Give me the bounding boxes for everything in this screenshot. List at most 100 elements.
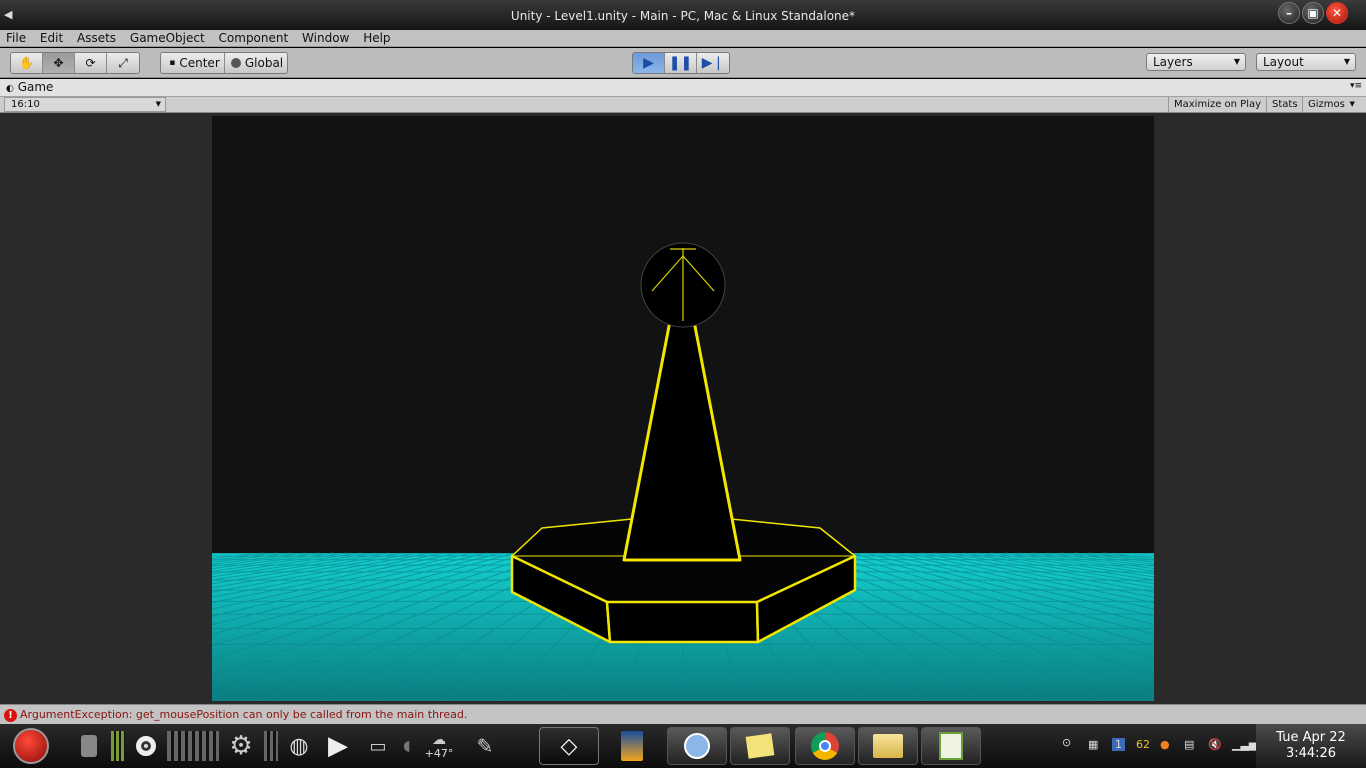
signal-icon[interactable]: ▁▃▅ — [1232, 738, 1257, 751]
notepad-icon — [939, 732, 963, 760]
aspect-dropdown[interactable]: 16:10 ▼ — [4, 97, 166, 112]
error-icon: ! — [4, 709, 17, 722]
taskbar-chrome[interactable] — [795, 727, 855, 765]
volume-muted-icon[interactable]: 🔇 — [1208, 738, 1222, 751]
taskbar-notepad[interactable] — [921, 727, 981, 765]
os-taskbar: ⚙ ◍ ▶ ▭ ◖ ☁ +47° ✎ ◇ ⊙ ▦ 1 62 ● ▤ 🔇 ▁▃▅ … — [0, 724, 1366, 768]
pivot-global-button[interactable]: Global — [225, 53, 287, 73]
tray-number-1[interactable]: 1 — [1112, 738, 1125, 751]
cloud-icon: ☁ — [432, 732, 446, 748]
cat-face-icon — [684, 733, 710, 759]
pivot-center-label: Center — [179, 56, 220, 70]
clock-date: Tue Apr 22 — [1276, 730, 1346, 745]
maximize-on-play-button[interactable]: Maximize on Play — [1168, 97, 1266, 112]
hand-icon: ✋ — [19, 56, 34, 70]
transform-tools: ✋ ✥ ⟳ ⤢ — [10, 52, 140, 74]
clock-time: 3:44:26 — [1285, 746, 1337, 761]
gizmos-button[interactable]: Gizmos ▼ — [1302, 97, 1357, 112]
menu-file[interactable]: File — [0, 30, 30, 46]
taskbar-explorer[interactable] — [858, 727, 918, 765]
folder-icon — [873, 734, 903, 758]
scale-icon: ⤢ — [118, 55, 128, 70]
game-scene-render — [212, 116, 1154, 701]
hand-tool-button[interactable]: ✋ — [11, 53, 43, 73]
menu-window[interactable]: Window — [296, 30, 353, 46]
tray-number-62[interactable]: 62 — [1136, 738, 1150, 751]
network-globe-icon[interactable]: ◍ — [286, 727, 312, 765]
menu-edit[interactable]: Edit — [34, 30, 67, 46]
taskbar-app-3[interactable] — [667, 727, 727, 765]
chevron-down-icon: ▼ — [155, 100, 161, 108]
tab-game-label: Game — [17, 80, 54, 94]
gizmos-label: Gizmos — [1308, 99, 1345, 110]
layout-dropdown[interactable]: Layout ▼ — [1256, 53, 1356, 71]
taskbar-app-4[interactable] — [730, 727, 790, 765]
window-titlebar: ◀ Unity - Level1.unity - Main - PC, Mac … — [0, 0, 1366, 30]
weather-widget[interactable]: ☁ +47° — [420, 727, 458, 765]
moon-icon: ◖ — [403, 738, 411, 754]
menu-component[interactable]: Component — [213, 30, 293, 46]
pause-button[interactable]: ❚❚ — [665, 53, 697, 73]
move-tool-button[interactable]: ✥ — [43, 53, 75, 73]
play-icon: ▶ — [643, 55, 654, 71]
unity-icon: ◇ — [560, 733, 578, 759]
rotate-tool-button[interactable]: ⟳ — [75, 53, 107, 73]
disc-icon[interactable] — [134, 727, 158, 765]
game-view-toolbar: 16:10 ▼ Maximize on Play Stats Gizmos ▼ — [0, 97, 1366, 113]
media-play-icon[interactable]: ▶ — [322, 727, 354, 765]
app-logo-icon — [621, 731, 643, 761]
tab-game[interactable]: ◐ Game — [6, 80, 53, 94]
menu-help[interactable]: Help — [357, 30, 394, 46]
tray-orange-icon[interactable]: ● — [1160, 738, 1170, 751]
minimize-button[interactable]: – — [1278, 2, 1300, 24]
close-button[interactable]: ✕ — [1326, 2, 1348, 24]
main-toolbar: ✋ ✥ ⟳ ⤢ ▪ Center Global ▶ ❚❚ ▶❘ Layers ▼… — [0, 48, 1366, 78]
taskbar-unity[interactable]: ◇ — [539, 727, 599, 765]
gear-icon[interactable]: ⚙ — [228, 727, 254, 765]
step-icon: ▶❘ — [701, 55, 725, 71]
move-icon: ✥ — [53, 56, 64, 70]
restore-button[interactable]: ▣ — [1302, 2, 1324, 24]
volume-meter-icon — [108, 727, 128, 765]
window-title: Unity - Level1.unity - Main - PC, Mac & … — [510, 9, 856, 23]
globe-icon — [230, 58, 241, 68]
console-status-bar[interactable]: ! ArgumentException: get_mousePosition c… — [0, 704, 1366, 724]
playback-controls: ▶ ❚❚ ▶❘ — [632, 52, 730, 74]
chevron-down-icon: ▼ — [1343, 57, 1350, 66]
game-viewport[interactable] — [0, 113, 1366, 704]
layout-label: Layout — [1263, 55, 1304, 69]
panel-menu-icon[interactable]: ▾≡ — [1350, 81, 1362, 91]
tray-device-icon[interactable]: ▤ — [1184, 738, 1194, 751]
pencil-icon[interactable]: ✎ — [472, 727, 498, 765]
game-tab-icon: ◐ — [6, 84, 14, 94]
cpu-meter-icon — [166, 727, 220, 765]
pivot-global-label: Global — [244, 56, 284, 70]
windows-logo-icon — [13, 728, 49, 764]
chrome-icon — [811, 732, 839, 760]
tray-expand-icon[interactable]: ⊙ — [1062, 736, 1071, 749]
stats-button[interactable]: Stats — [1266, 97, 1303, 112]
error-message: ArgumentException: get_mousePosition can… — [20, 708, 468, 721]
rotate-icon: ⟳ — [85, 56, 96, 70]
system-clock[interactable]: Tue Apr 22 3:44:26 — [1256, 724, 1366, 768]
game-view-header: ◐ Game ▾≡ — [0, 79, 1366, 97]
pivot-icon: ▪ — [169, 58, 176, 68]
step-button[interactable]: ▶❘ — [697, 53, 729, 73]
scale-tool-button[interactable]: ⤢ — [107, 53, 139, 73]
layers-dropdown[interactable]: Layers ▼ — [1146, 53, 1246, 71]
play-button[interactable]: ▶ — [633, 53, 665, 73]
weather-temperature: +47° — [424, 747, 454, 760]
notes-icon — [745, 733, 775, 759]
chevron-down-icon: ▼ — [1233, 57, 1240, 66]
monitor-icon[interactable]: ▭ — [366, 727, 390, 765]
taskbar-app-2[interactable] — [606, 727, 658, 765]
tray-app-icon[interactable]: ▦ — [1088, 738, 1098, 751]
pivot-center-button[interactable]: ▪ Center — [161, 53, 225, 73]
aspect-value: 16:10 — [11, 99, 40, 110]
menu-assets[interactable]: Assets — [71, 30, 120, 46]
menu-bar: File Edit Assets GameObject Component Wi… — [0, 30, 1366, 47]
start-button[interactable] — [8, 727, 54, 765]
menu-gameobject[interactable]: GameObject — [124, 30, 209, 46]
chevron-down-icon: ▼ — [1349, 100, 1355, 108]
speaker-widget-icon[interactable] — [78, 727, 100, 765]
